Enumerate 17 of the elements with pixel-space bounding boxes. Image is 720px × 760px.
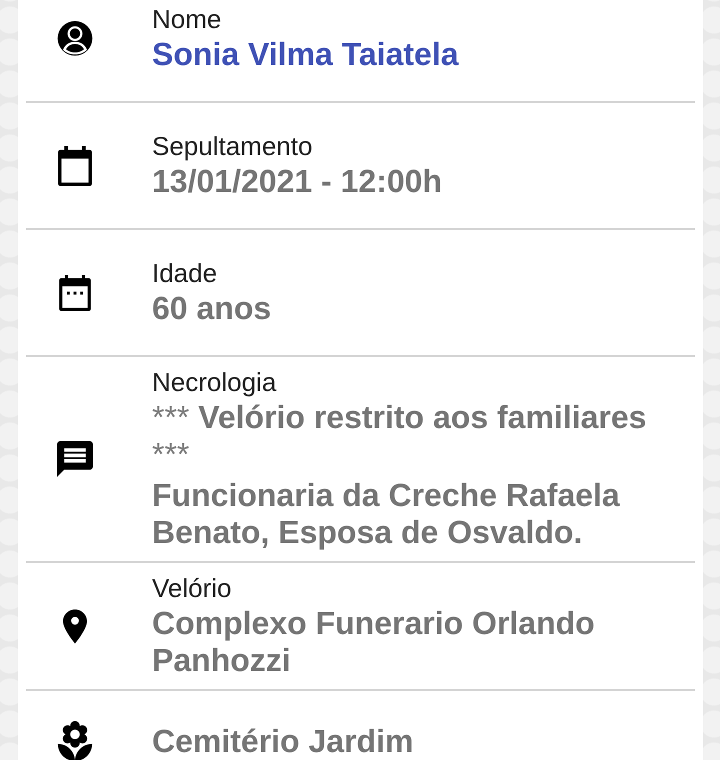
field-value: Sonia Vilma Taiatela: [152, 36, 460, 73]
calendar-icon: [57, 146, 93, 186]
field-label: Nome: [152, 4, 222, 34]
flower-icon: [57, 721, 93, 760]
field-value: Cemitério Jardim: [152, 722, 414, 760]
field-value: *** Velório restrito aos familiares *** Funcionaria da Creche Rafaela Benato, Esposa de Osvaldo.: [152, 399, 648, 551]
map-pin-icon: [63, 608, 87, 644]
message-icon: [57, 441, 93, 477]
person-circle-icon: [57, 21, 93, 56]
field-value: Complexo Funerario Orlando Panhozzi: [152, 605, 596, 679]
field-label: Idade: [152, 258, 218, 288]
field-value: 60 anos: [152, 290, 272, 327]
calendar-dots-icon: [59, 274, 91, 310]
field-label: Sepultamento: [152, 131, 314, 161]
field-label: Velório: [152, 573, 232, 603]
field-value: 13/01/2021 - 12:00h: [152, 163, 443, 200]
field-label: Necrologia: [152, 367, 278, 397]
